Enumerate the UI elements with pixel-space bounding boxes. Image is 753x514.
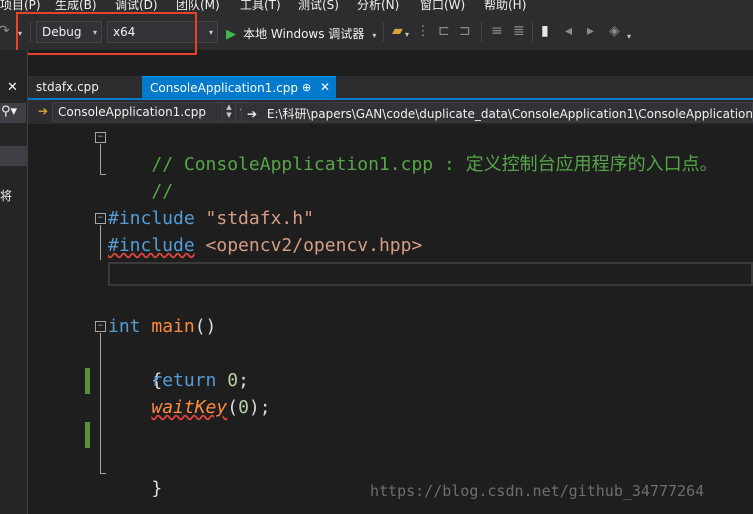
collapse-icon[interactable]: − xyxy=(95,213,106,224)
chevron-down-icon[interactable]: ▾ xyxy=(405,30,409,39)
fold-guide xyxy=(100,333,101,473)
step-over-icon[interactable]: ⊐ xyxy=(459,23,471,39)
type-keyword: int xyxy=(108,316,141,337)
menu-help[interactable]: 帮助(H) xyxy=(484,0,526,13)
watermark: https://blog.csdn.net/github_34777264 xyxy=(370,482,705,500)
file-scope-value: ConsoleApplication1.cpp xyxy=(58,105,206,119)
function-call: waitKey xyxy=(151,397,228,418)
code-editor[interactable]: − − − // ConsoleApplication1.cpp : 定义控制台… xyxy=(28,124,753,514)
close-icon[interactable]: ✕ xyxy=(7,80,18,95)
include-path: <opencv2/opencv.hpp> xyxy=(205,235,423,256)
fold-guide xyxy=(100,473,106,474)
step-icon[interactable]: ⊏ xyxy=(438,23,450,39)
paren-close: ); xyxy=(248,397,271,418)
include-keyword: #include xyxy=(108,235,195,256)
code-line-5: #include <opencv2/opencv.hpp> xyxy=(108,232,422,259)
semicolon: ; xyxy=(238,370,249,391)
gripper-icon: ⋮ xyxy=(416,23,430,39)
prev-bookmark-icon[interactable]: ◂ xyxy=(565,23,572,39)
change-marker xyxy=(85,368,90,394)
chevron-down-icon: ▾ xyxy=(208,28,213,37)
close-icon[interactable]: ✕ xyxy=(320,80,330,94)
highlight-box xyxy=(16,12,197,55)
code-line-4: #include "stdafx.h" xyxy=(108,205,314,232)
return-value: 0 xyxy=(227,370,239,391)
menu-window[interactable]: 窗口(W) xyxy=(420,0,465,13)
tab-label: ConsoleApplication1.cpp xyxy=(150,81,298,95)
start-debugging-button[interactable]: ▶ 本地 Windows 调试器 ▾ xyxy=(226,23,376,43)
toolbar-separator xyxy=(481,22,482,42)
document-tabs: stdafx.cpp ConsoleApplication1.cpp ⊕ ✕ xyxy=(28,76,753,98)
file-path-select[interactable]: ➔ E:\科研\papers\GAN\code\duplicate_data\C… xyxy=(241,102,753,122)
chevron-down-icon: ▾ xyxy=(372,31,377,40)
fold-guide xyxy=(100,225,101,260)
bookmark-icon[interactable]: ▮ xyxy=(541,23,549,39)
navigation-bar: ➔ ConsoleApplication1.cpp ▾ ▲▼ ➔ E:\科研\p… xyxy=(28,100,753,124)
toolbar-separator xyxy=(532,22,533,42)
arrow-right-icon: ➔ xyxy=(38,104,49,118)
collapse-icon[interactable]: − xyxy=(95,132,106,143)
arrow-right-icon: ➔ xyxy=(247,107,258,121)
file-scope-select[interactable]: ConsoleApplication1.cpp ▾ xyxy=(52,102,248,122)
pin-icon[interactable]: ⊕ xyxy=(302,81,311,94)
tab-stdafx[interactable]: stdafx.cpp xyxy=(28,76,140,98)
include-path: "stdafx.h" xyxy=(205,208,314,229)
current-line-highlight xyxy=(108,262,753,286)
toolbar-separator xyxy=(383,22,384,42)
collapse-icon[interactable]: − xyxy=(95,321,106,332)
menu-test[interactable]: 测试(S) xyxy=(298,0,339,13)
return-keyword: return xyxy=(151,370,217,391)
side-panel: ✕ ⚲▾ 将 xyxy=(0,50,28,514)
search-icon[interactable]: ⚲▾ xyxy=(0,103,26,123)
play-icon: ▶ xyxy=(226,27,236,42)
code-line-11: waitKey(0); xyxy=(108,394,271,421)
comment-icon[interactable]: ≡ xyxy=(491,23,503,39)
tab-label: stdafx.cpp xyxy=(36,80,99,94)
comment-text: // ConsoleApplication1.cpp : 定义控制台应用程序的入… xyxy=(151,154,718,175)
code-line-9: { xyxy=(108,340,162,391)
panel-text: 将 xyxy=(0,189,13,203)
change-marker xyxy=(85,422,90,448)
code-line-2: // xyxy=(108,151,173,202)
editor-gutter xyxy=(28,124,94,514)
chevron-down-icon[interactable]: ▾ xyxy=(627,32,631,41)
code-line-13: } xyxy=(108,448,162,499)
scroll-arrows-icon[interactable]: ▲ ▼ xyxy=(222,102,236,122)
menu-tools[interactable]: 工具(T) xyxy=(240,0,281,13)
panel-selected-row[interactable] xyxy=(0,146,27,166)
argument-value: 0 xyxy=(238,397,249,418)
paren-open: ( xyxy=(227,397,239,418)
toggle-bookmarks-icon[interactable]: ◈ xyxy=(609,23,620,39)
brace-close: } xyxy=(151,478,163,499)
find-in-files-icon[interactable]: ▰ xyxy=(392,23,403,39)
menu-analyze[interactable]: 分析(N) xyxy=(357,0,399,13)
fold-guide xyxy=(100,144,101,174)
next-bookmark-icon[interactable]: ▸ xyxy=(587,23,594,39)
code-line-10: return 0; xyxy=(108,367,249,394)
include-keyword: #include xyxy=(108,208,195,229)
code-line-8: int main() xyxy=(108,313,216,340)
uncomment-icon[interactable]: ≣ xyxy=(513,23,525,39)
code-line-1: // ConsoleApplication1.cpp : 定义控制台应用程序的入… xyxy=(108,124,717,175)
tab-console-application[interactable]: ConsoleApplication1.cpp ⊕ ✕ xyxy=(142,76,336,98)
function-name: main xyxy=(151,316,195,337)
file-path-value: E:\科研\papers\GAN\code\duplicate_data\Con… xyxy=(266,107,753,121)
start-debugging-label: 本地 Windows 调试器 xyxy=(243,27,365,41)
parens: () xyxy=(194,316,217,337)
fold-guide xyxy=(100,174,106,175)
comment-text: // xyxy=(151,181,174,202)
redo-icon[interactable]: ↷ xyxy=(0,23,10,39)
